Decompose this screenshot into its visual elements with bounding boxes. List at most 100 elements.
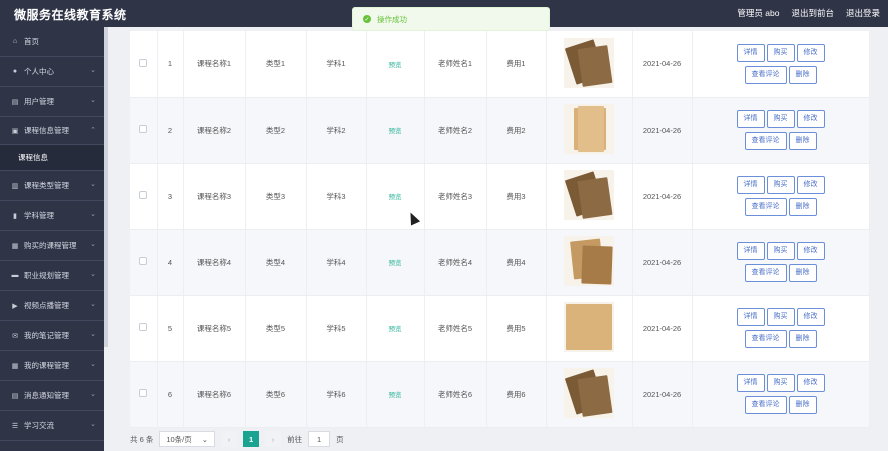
sidebar: ⌂首页 ●个人中心⌄ ▤用户管理⌄ ▣课程信息管理⌃ 课程信息 ▥课程类型管理⌄… [0,27,104,451]
row-select-cell [130,163,157,229]
row-select-cell [130,97,157,163]
edit-button[interactable]: 修改 [797,176,825,194]
detail-button[interactable]: 详情 [737,110,765,128]
course-date: 2021-04-26 [632,361,692,427]
sidebar-item-label: 职业规划管理 [24,270,69,281]
sidebar-item-messages[interactable]: ▤消息通知管理⌄ [0,381,104,411]
teacher-name: 老师姓名2 [424,97,486,163]
video-preview-link[interactable]: 预览 [389,62,402,69]
sidebar-item-exchange[interactable]: ☰学习交流⌄ [0,411,104,441]
edit-button[interactable]: 修改 [797,308,825,326]
detail-button[interactable]: 详情 [737,308,765,326]
sidebar-item-my-course[interactable]: ▦我的课程管理⌄ [0,351,104,381]
buy-button[interactable]: 购买 [767,44,795,62]
detail-button[interactable]: 详情 [737,242,765,260]
detail-button[interactable]: 详情 [737,374,765,392]
total-count: 共 6 条 [130,434,153,445]
view-reviews-button[interactable]: 查看评论 [745,396,787,414]
sidebar-item-subject[interactable]: ▮学科管理⌄ [0,201,104,231]
view-reviews-button[interactable]: 查看评论 [745,264,787,282]
row-select-cell [130,361,157,427]
buy-button[interactable]: 购买 [767,374,795,392]
course-date: 2021-04-26 [632,295,692,361]
video-preview-link[interactable]: 预览 [389,128,402,135]
delete-button[interactable]: 删除 [789,264,817,282]
delete-button[interactable]: 删除 [789,396,817,414]
prev-page-button[interactable]: ‹ [221,431,237,447]
view-reviews-button[interactable]: 查看评论 [745,132,787,150]
success-toast: ✓ 操作成功 [352,7,550,31]
sidebar-item-course-type[interactable]: ▥课程类型管理⌄ [0,171,104,201]
row-checkbox[interactable] [139,125,147,133]
table-row: 5课程名称5类型5学科5预览老师姓名5费用52021-04-26详情购买修改查看… [130,295,869,361]
chevron-down-icon: ⌄ [90,390,96,398]
chevron-down-icon: ⌄ [90,210,96,218]
row-checkbox[interactable] [139,389,147,397]
course-table-card: 1课程名称1类型1学科1预览老师姓名1费用12021-04-26详情购买修改查看… [130,31,869,423]
row-checkbox[interactable] [139,257,147,265]
detail-button[interactable]: 详情 [737,44,765,62]
sidebar-item-users[interactable]: ▤用户管理⌄ [0,87,104,117]
video-preview-link[interactable]: 预览 [389,392,402,399]
goto-page-input[interactable]: 1 [308,431,330,447]
row-checkbox[interactable] [139,323,147,331]
logout-button[interactable]: 退出登录 [846,7,880,19]
cover-cell [546,163,632,229]
video-cell: 预览 [366,97,424,163]
sidebar-item-course-info[interactable]: ▣课程信息管理⌃ [0,117,104,145]
buy-button[interactable]: 购买 [767,176,795,194]
app-title: 微服务在线教育系统 [14,6,127,23]
sidebar-item-profile[interactable]: ●个人中心⌄ [0,57,104,87]
sidebar-item-label: 学习交流 [24,420,54,431]
course-table: 1课程名称1类型1学科1预览老师姓名1费用12021-04-26详情购买修改查看… [130,31,870,428]
row-index: 2 [157,97,183,163]
video-cell: 预览 [366,31,424,97]
sidebar-item-notes[interactable]: ✉我的笔记管理⌄ [0,321,104,351]
edit-button[interactable]: 修改 [797,242,825,260]
delete-button[interactable]: 删除 [789,330,817,348]
view-reviews-button[interactable]: 查看评论 [745,66,787,84]
edit-button[interactable]: 修改 [797,44,825,62]
course-type: 类型3 [245,163,306,229]
cover-cell [546,31,632,97]
delete-button[interactable]: 删除 [789,66,817,84]
course-fee: 费用2 [486,97,546,163]
home-icon: ⌂ [10,38,20,45]
video-preview-link[interactable]: 预览 [389,194,402,201]
table-row: 4课程名称4类型4学科4预览老师姓名4费用42021-04-26详情购买修改查看… [130,229,869,295]
buy-button[interactable]: 购买 [767,242,795,260]
cover-cell [546,97,632,163]
delete-button[interactable]: 删除 [789,198,817,216]
course-fee: 费用4 [486,229,546,295]
edit-button[interactable]: 修改 [797,110,825,128]
detail-button[interactable]: 详情 [737,176,765,194]
video-preview-link[interactable]: 预览 [389,260,402,267]
sidebar-subitem-course-info[interactable]: 课程信息 [0,145,104,171]
teacher-name: 老师姓名6 [424,361,486,427]
video-preview-link[interactable]: 预览 [389,326,402,333]
edit-button[interactable]: 修改 [797,374,825,392]
row-checkbox[interactable] [139,191,147,199]
course-subject: 学科3 [306,163,366,229]
next-page-button[interactable]: › [265,431,281,447]
sidebar-item-label: 学科管理 [24,210,54,221]
view-reviews-button[interactable]: 查看评论 [745,330,787,348]
delete-button[interactable]: 删除 [789,132,817,150]
course-type: 类型1 [245,31,306,97]
view-reviews-button[interactable]: 查看评论 [745,198,787,216]
buy-button[interactable]: 购买 [767,110,795,128]
course-date: 2021-04-26 [632,31,692,97]
back-to-front-button[interactable]: 退出到前台 [791,7,834,19]
sidebar-item-video[interactable]: ▶视频点播管理⌄ [0,291,104,321]
course-date: 2021-04-26 [632,229,692,295]
sidebar-item-home[interactable]: ⌂首页 [0,27,104,57]
admin-user[interactable]: 管理员 abo [737,7,779,19]
row-checkbox[interactable] [139,59,147,67]
course-cover-image [564,104,614,154]
sidebar-item-career[interactable]: ▬职业规划管理⌄ [0,261,104,291]
current-page[interactable]: 1 [243,431,259,447]
page-size-select[interactable]: 10条/页⌄ [159,431,215,447]
course-cover-image [564,236,614,286]
sidebar-item-purchased[interactable]: ▦购买的课程管理⌄ [0,231,104,261]
buy-button[interactable]: 购买 [767,308,795,326]
